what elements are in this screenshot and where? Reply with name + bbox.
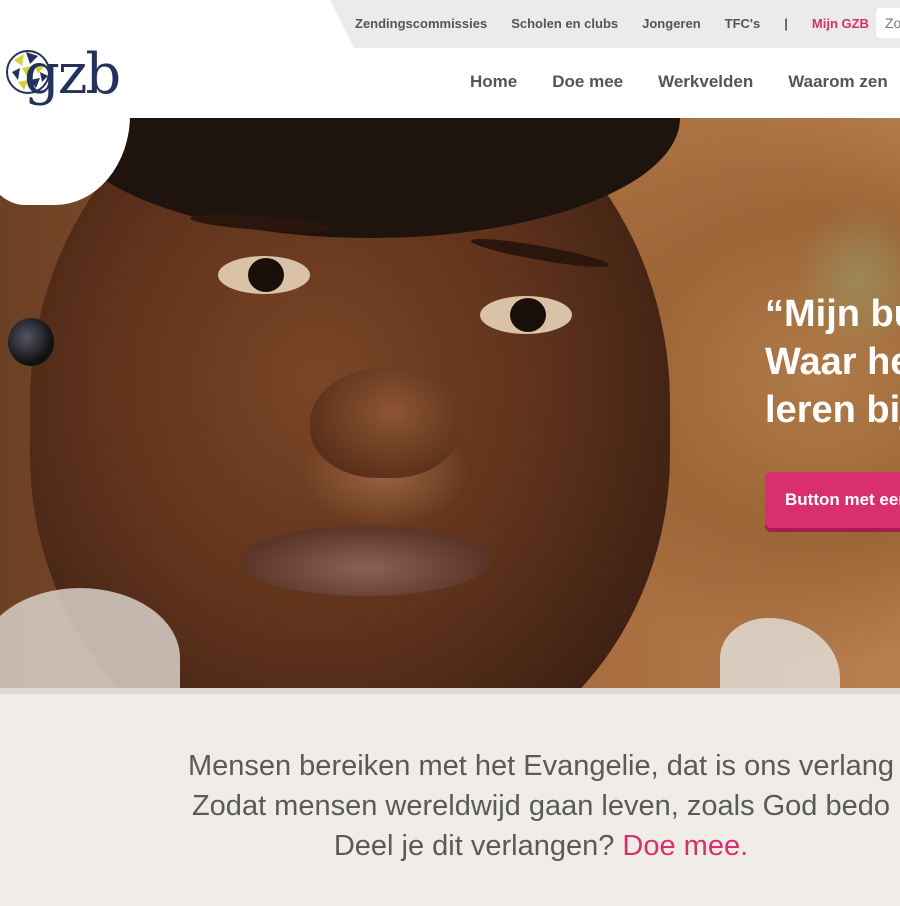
main-nav: Home Doe mee Werkvelden Waarom zen: [470, 72, 888, 92]
hero-photo-detail: [218, 256, 310, 294]
utility-link-zendingscommissies[interactable]: Zendingscommissies: [355, 16, 487, 31]
logo-wordmark[interactable]: gzb: [24, 42, 121, 107]
intro-statement: Mensen bereiken met het Evangelie, dat i…: [0, 746, 900, 866]
mijn-gzb-link[interactable]: Mijn GZB: [812, 16, 869, 31]
doe-mee-link[interactable]: Doe mee.: [622, 830, 748, 862]
intro-line: Zodat mensen wereldwijd gaan leven, zoal…: [191, 790, 891, 822]
hero-banner: “Mijn bu Waar he leren bij Button met ee…: [0, 118, 900, 688]
utility-link-jongeren[interactable]: Jongeren: [642, 16, 701, 31]
hero-quote: “Mijn bu Waar he leren bij: [765, 290, 900, 434]
site-header: Zendingscommissies Scholen en clubs Jong…: [0, 0, 900, 118]
utility-nav: Zendingscommissies Scholen en clubs Jong…: [355, 0, 869, 46]
intro-line: Mensen bereiken met het Evangelie, dat i…: [187, 750, 895, 782]
nav-item-home[interactable]: Home: [470, 72, 517, 92]
utility-separator: |: [784, 15, 788, 31]
hero-photo-detail: [240, 526, 490, 596]
intro-line-text: Deel je dit verlangen?: [333, 830, 623, 862]
nav-item-waarom-zending[interactable]: Waarom zen: [788, 72, 888, 92]
hero-photo-shoulder: [720, 618, 840, 688]
hero-quote-line: leren bij: [765, 389, 900, 431]
utility-link-tfcs[interactable]: TFC's: [725, 16, 761, 31]
hero-quote-line: “Mijn bu: [765, 293, 900, 335]
nav-item-doe-mee[interactable]: Doe mee: [552, 72, 623, 92]
hero-photo-detail: [480, 296, 572, 334]
hero-photo-detail: [310, 368, 460, 478]
intro-section: Mensen bereiken met het Evangelie, dat i…: [0, 688, 900, 906]
nav-item-werkvelden[interactable]: Werkvelden: [658, 72, 753, 92]
search-input[interactable]: Zo: [876, 8, 900, 38]
hero-cta-button[interactable]: Button met een: [765, 472, 900, 528]
hero-photo-detail: [8, 318, 54, 366]
hero-quote-line: Waar he: [765, 341, 900, 383]
utility-link-scholen-en-clubs[interactable]: Scholen en clubs: [511, 16, 618, 31]
intro-line: Deel je dit verlangen? Doe mee.: [0, 826, 900, 866]
